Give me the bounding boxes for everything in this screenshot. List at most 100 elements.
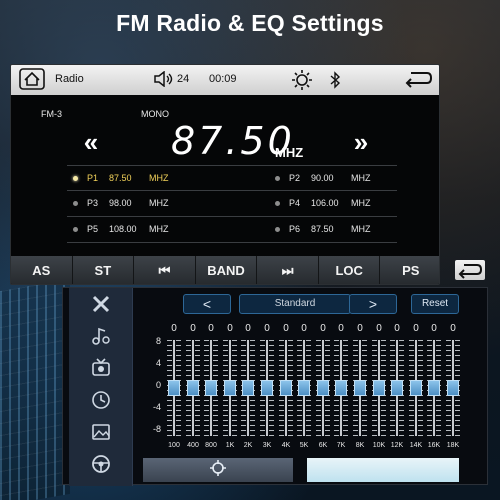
home-icon[interactable] [19,68,45,90]
eq-band-frequency: 7K [336,442,346,449]
eq-band-frequency: 1K [225,442,235,449]
as-button[interactable]: AS [11,256,73,284]
back-icon[interactable] [401,69,435,89]
preset-p4[interactable]: P4 106.00 MHZ [275,198,371,208]
preset-row: P3 98.00 MHZ P4 106.00 MHZ [67,191,397,217]
eq-band-slider[interactable] [314,340,332,436]
preset-id: P4 [289,198,301,208]
slider-knob[interactable] [280,380,292,396]
eq-scale: 8 4 0 -4 -8 [143,336,163,438]
slider-knob[interactable] [391,380,403,396]
clock-icon[interactable] [69,384,132,416]
app-title: Radio [55,73,84,85]
eq-band-slider[interactable] [221,340,239,436]
brightness-icon[interactable] [291,69,313,96]
eq-band-slider[interactable] [239,340,257,436]
image-icon[interactable] [69,416,132,448]
dot-icon [275,175,280,181]
eq-band-frequency: 12K [390,442,404,449]
scale-label: 4 [155,358,161,368]
eq-band-slider[interactable] [370,340,388,436]
steering-wheel-icon[interactable] [69,448,132,480]
eq-band-value: 0 [227,323,233,334]
slider-knob[interactable] [224,380,236,396]
preset-value: 90.00 [311,173,334,183]
loc-button[interactable]: LOC [319,256,381,284]
eq-band-value: 0 [264,323,270,334]
preset-id: P5 [87,224,99,234]
eq-band-frequency: 14K [409,442,423,449]
eq-band-slider[interactable] [444,340,462,436]
preset-p1[interactable]: P1 87.50 MHZ [73,173,169,183]
slider-knob[interactable] [187,380,199,396]
slider-knob[interactable] [205,380,217,396]
eq-band-slider[interactable] [425,340,443,436]
eq-preset-name: Standard [239,294,351,314]
eq-band-slider[interactable] [295,340,313,436]
music-settings-icon[interactable] [69,320,132,352]
eq-band-frequency: 6K [318,442,328,449]
eq-band-slider[interactable] [388,340,406,436]
eq-band-value: 0 [357,323,363,334]
eq-highlight-button[interactable] [307,458,459,482]
eq-sliders [165,340,465,436]
slider-knob[interactable] [447,380,459,396]
eq-band-slider[interactable] [277,340,295,436]
slider-knob[interactable] [335,380,347,396]
slider-knob[interactable] [317,380,329,396]
slider-knob[interactable] [168,380,180,396]
tv-icon[interactable] [69,352,132,384]
eq-band-value: 0 [171,323,177,334]
dot-icon [275,226,280,232]
eq-band-frequency: 8K [355,442,365,449]
ps-button[interactable]: PS [380,256,439,284]
eq-band-slider[interactable] [184,340,202,436]
eq-balance-button[interactable] [143,458,293,482]
eq-band-slider[interactable] [258,340,276,436]
prev-track-button[interactable]: ⏮ [134,256,196,284]
slider-knob[interactable] [410,380,422,396]
eq-back-icon[interactable] [455,260,485,280]
preset-unit: MHZ [149,198,169,208]
band-label: FM-3 [41,109,62,119]
slider-knob[interactable] [428,380,440,396]
band-button[interactable]: BAND [196,256,258,284]
eq-band-slider[interactable] [332,340,350,436]
eq-next-button[interactable]: > [349,294,397,314]
next-track-button[interactable]: ⏭ [257,256,319,284]
slider-knob[interactable] [354,380,366,396]
preset-p6[interactable]: P6 87.50 MHZ [275,224,371,234]
dot-icon [73,226,78,232]
volume-icon[interactable] [153,70,175,92]
preset-value: 108.00 [109,224,137,234]
eq-band-slider[interactable] [407,340,425,436]
eq-band-slider[interactable] [165,340,183,436]
preset-p3[interactable]: P3 98.00 MHZ [73,198,169,208]
eq-band-frequency: 2K [243,442,253,449]
slider-knob[interactable] [261,380,273,396]
eq-reset-button[interactable]: Reset [411,294,459,314]
tools-icon[interactable] [69,288,132,320]
eq-band-value: 0 [283,323,289,334]
page-headline: FM Radio & EQ Settings [116,10,384,36]
preset-p5[interactable]: P5 108.00 MHZ [73,224,169,234]
volume-level: 24 [177,73,190,85]
seek-back-button[interactable]: « [71,125,111,159]
eq-band-value: 0 [301,323,307,334]
slider-knob[interactable] [242,380,254,396]
stereo-mode-label: MONO [141,109,169,119]
eq-band-value: 0 [376,323,382,334]
preset-p2[interactable]: P2 90.00 MHZ [275,173,371,183]
eq-band-values: 0 0 0 0 0 0 0 0 0 0 0 0 0 0 0 0 [165,323,465,335]
eq-prev-button[interactable]: < [183,294,231,314]
eq-band-slider[interactable] [351,340,369,436]
seek-forward-button[interactable]: » [341,125,381,159]
st-button[interactable]: ST [73,256,135,284]
slider-knob[interactable] [298,380,310,396]
eq-band-slider[interactable] [202,340,220,436]
eq-screen: < Standard > Reset 0 0 0 0 0 0 0 0 0 0 0 0 0 0 0 0 8 4 … [62,260,488,486]
preset-id: P6 [289,224,301,234]
eq-band-frequency: 3K [262,442,272,449]
slider-knob[interactable] [373,380,385,396]
bluetooth-icon[interactable] [329,71,341,94]
